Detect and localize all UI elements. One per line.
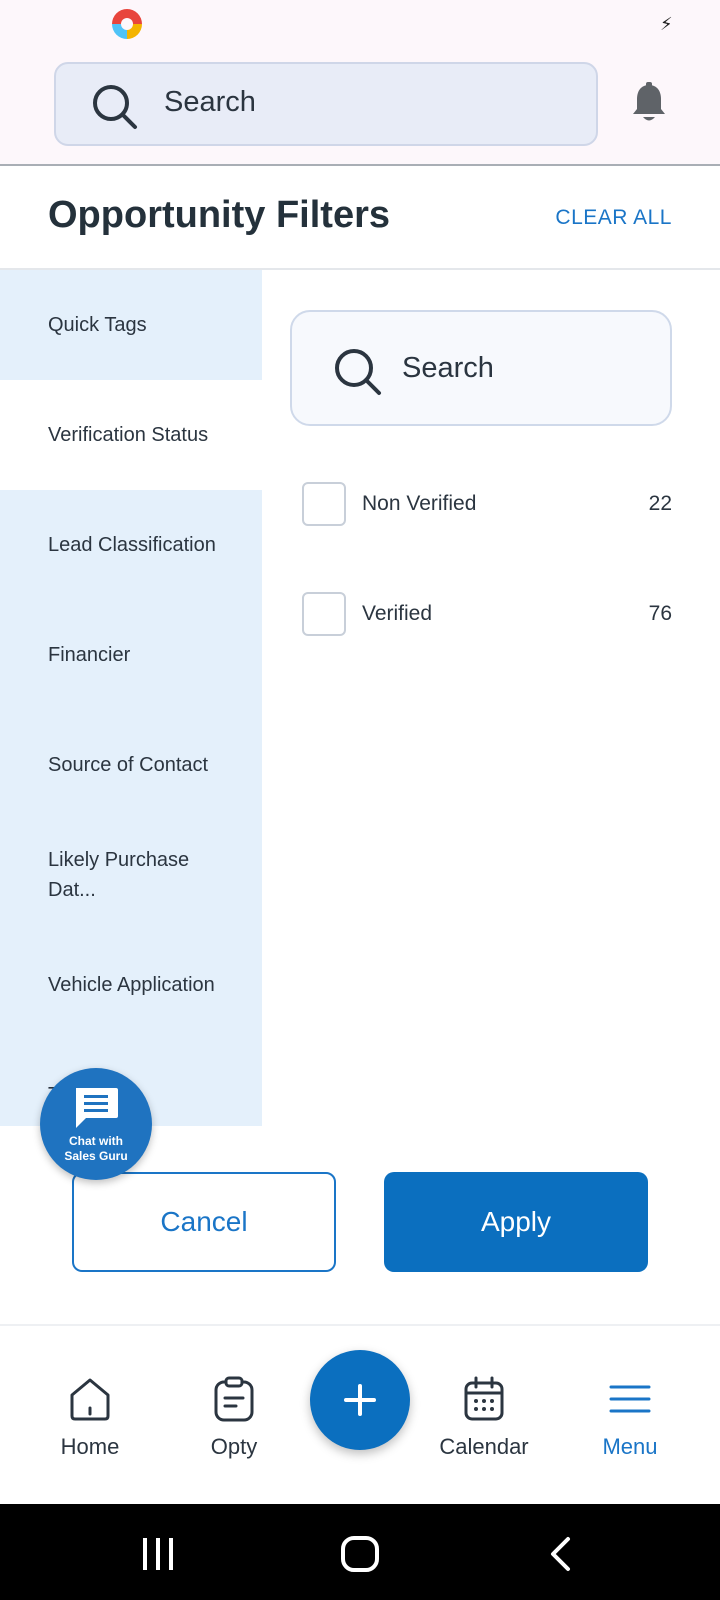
checkbox[interactable] [302,482,346,526]
nav-home[interactable]: Home [30,1374,150,1460]
nav-calendar-label: Calendar [439,1434,529,1459]
option-verified[interactable]: Verified 76 [302,592,672,638]
nav-opty-label: Opty [210,1434,258,1459]
category-label: Verification Status [48,424,209,446]
category-verification-status[interactable]: Verification Status [0,380,262,490]
category-label: Lead Classification [48,534,216,556]
notification-bell-icon[interactable] [632,82,666,124]
chat-with-sales-guru-button[interactable]: Chat with Sales Guru [40,1068,152,1180]
category-label: Financier [48,644,131,666]
chat-label-line2: Sales Guru [64,1149,128,1163]
category-label: Quick Tags [48,314,147,336]
home-icon [70,1378,110,1421]
category-vehicle-application[interactable]: Vehicle Application [0,930,262,1040]
back-icon[interactable] [548,1536,572,1572]
category-label: Likely Purchase Dat... [48,849,190,901]
global-search-input[interactable]: Search [54,62,598,146]
category-lead-classification[interactable]: Lead Classification [0,490,262,600]
app-logo-icon [112,9,142,39]
option-count: 76 [648,602,672,625]
option-count: 22 [648,492,672,515]
nav-opty[interactable]: Opty [174,1374,294,1460]
category-financier[interactable]: Financier [0,600,262,710]
add-button[interactable] [310,1350,410,1450]
system-navigation-bar [0,1504,720,1600]
category-quick-tags[interactable]: Quick Tags [0,270,262,380]
apply-button[interactable]: Apply [384,1172,648,1272]
chat-icon [76,1088,118,1128]
nav-menu[interactable]: Menu [570,1374,690,1460]
category-source-of-contact[interactable]: Source of Contact [0,710,262,820]
search-icon [93,85,137,129]
nav-calendar[interactable]: Calendar [424,1374,544,1460]
home-system-icon[interactable] [340,1536,380,1572]
status-bar: ⚡ [0,0,720,50]
cancel-button[interactable]: Cancel [72,1172,336,1272]
category-label: Source of Contact [48,754,209,776]
clipboard-icon [214,1376,254,1422]
nav-menu-label: Menu [602,1434,658,1459]
filter-category-list: Quick Tags Verification Status Lead Clas… [0,270,262,1126]
nav-home-label: Home [60,1434,120,1459]
clear-all-button[interactable]: CLEAR ALL [555,206,672,230]
option-label: Verified [362,602,433,625]
menu-icon [609,1385,651,1413]
global-search-placeholder: Search [164,86,256,118]
category-label: Vehicle Application [48,974,215,996]
category-likely-purchase-date[interactable]: Likely Purchase Dat... [0,820,262,930]
filter-search-input[interactable]: Search [290,310,672,426]
calendar-icon [464,1376,504,1421]
checkbox[interactable] [302,592,346,636]
search-icon [335,349,381,395]
page-title: Opportunity Filters [48,194,390,236]
filter-search-placeholder: Search [402,352,494,384]
bottom-navigation: Home Opty Calendar Menu [0,1324,720,1504]
filters-header: Opportunity Filters CLEAR ALL [0,166,720,270]
option-label: Non Verified [362,492,477,515]
option-non-verified[interactable]: Non Verified 22 [302,482,672,528]
top-bar: ⚡ Search [0,0,720,166]
recent-apps-icon[interactable] [140,1536,176,1572]
chat-label-line1: Chat with [69,1134,123,1148]
chat-label: Chat with Sales Guru [40,1134,152,1164]
charging-icon: ⚡ [660,14,673,34]
